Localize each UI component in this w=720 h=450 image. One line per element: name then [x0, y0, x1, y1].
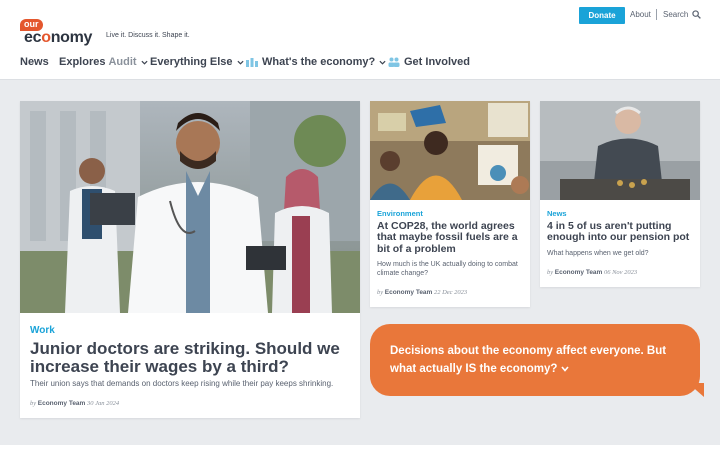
- article-category[interactable]: Work: [30, 325, 55, 336]
- article-byline: by Economy Team 06 Nov 2023: [547, 269, 638, 276]
- article-byline: by Economy Team 30 Jan 2024: [30, 400, 120, 407]
- article-image-pension[interactable]: [540, 101, 700, 200]
- article-title[interactable]: 4 in 5 of us aren't putting enough into …: [547, 220, 695, 244]
- article-date: 06 Nov 2023: [603, 269, 638, 276]
- article-summary: What happens when we get old?: [547, 250, 649, 257]
- article-card-pension[interactable]: News 4 in 5 of us aren't putting enough …: [540, 101, 700, 287]
- search-icon[interactable]: [692, 10, 701, 19]
- chevron-down-icon: [236, 60, 244, 65]
- article-byline: by Economy Team 22 Dec 2023: [377, 289, 468, 296]
- article-summary: Their union says that demands on doctors…: [30, 379, 334, 388]
- article-date: 30 Jan 2024: [86, 400, 120, 407]
- donate-button[interactable]: Donate: [579, 7, 625, 24]
- article-author[interactable]: Economy Team: [555, 269, 603, 276]
- article-category[interactable]: News: [547, 209, 567, 218]
- site-logo[interactable]: our economy: [20, 19, 102, 49]
- nav-item-get-involved[interactable]: Get Involved: [388, 56, 470, 68]
- economy-callout[interactable]: Decisions about the economy affect every…: [370, 324, 700, 396]
- article-date: 22 Dec 2023: [433, 289, 468, 296]
- chevron-down-icon: [379, 60, 386, 65]
- article-title[interactable]: Junior doctors are striking. Should we i…: [30, 339, 350, 377]
- people-icon: [388, 57, 400, 67]
- chevron-down-icon: [141, 60, 148, 65]
- site-header: Donate About Search our economy Live it.…: [0, 0, 720, 80]
- article-image-protest[interactable]: [370, 101, 530, 200]
- article-image-doctors[interactable]: [20, 101, 360, 313]
- footer-band: [0, 445, 720, 450]
- nav-item-whats-the-economy[interactable]: What's the economy?: [246, 56, 386, 68]
- article-author[interactable]: Economy Team: [385, 289, 433, 296]
- nav-item-news[interactable]: News: [20, 56, 49, 68]
- article-card-featured[interactable]: Work Junior doctors are striking. Should…: [20, 101, 360, 418]
- article-card-cop28[interactable]: Environment At COP28, the world agrees t…: [370, 101, 530, 307]
- nav-item-audit[interactable]: Audit: [108, 56, 136, 68]
- article-title[interactable]: At COP28, the world agrees that maybe fo…: [377, 220, 525, 255]
- search-link[interactable]: Search: [663, 10, 688, 19]
- utility-divider: [656, 9, 657, 20]
- chevron-down-icon[interactable]: [561, 366, 570, 372]
- site-tagline: Live it. Discuss it. Shape it.: [106, 32, 190, 39]
- article-category[interactable]: Environment: [377, 209, 423, 218]
- article-summary: How much is the UK actually doing to com…: [377, 261, 518, 278]
- logo-wordmark: economy: [24, 29, 93, 46]
- bar-chart-icon: [246, 58, 258, 67]
- nav-item-explores[interactable]: Explores Audit: [59, 56, 148, 68]
- callout-text: Decisions about the economy affect every…: [390, 345, 667, 375]
- about-link[interactable]: About: [630, 10, 651, 19]
- nav-item-everything-else[interactable]: Everything Else: [150, 56, 244, 68]
- article-author[interactable]: Economy Team: [38, 400, 86, 407]
